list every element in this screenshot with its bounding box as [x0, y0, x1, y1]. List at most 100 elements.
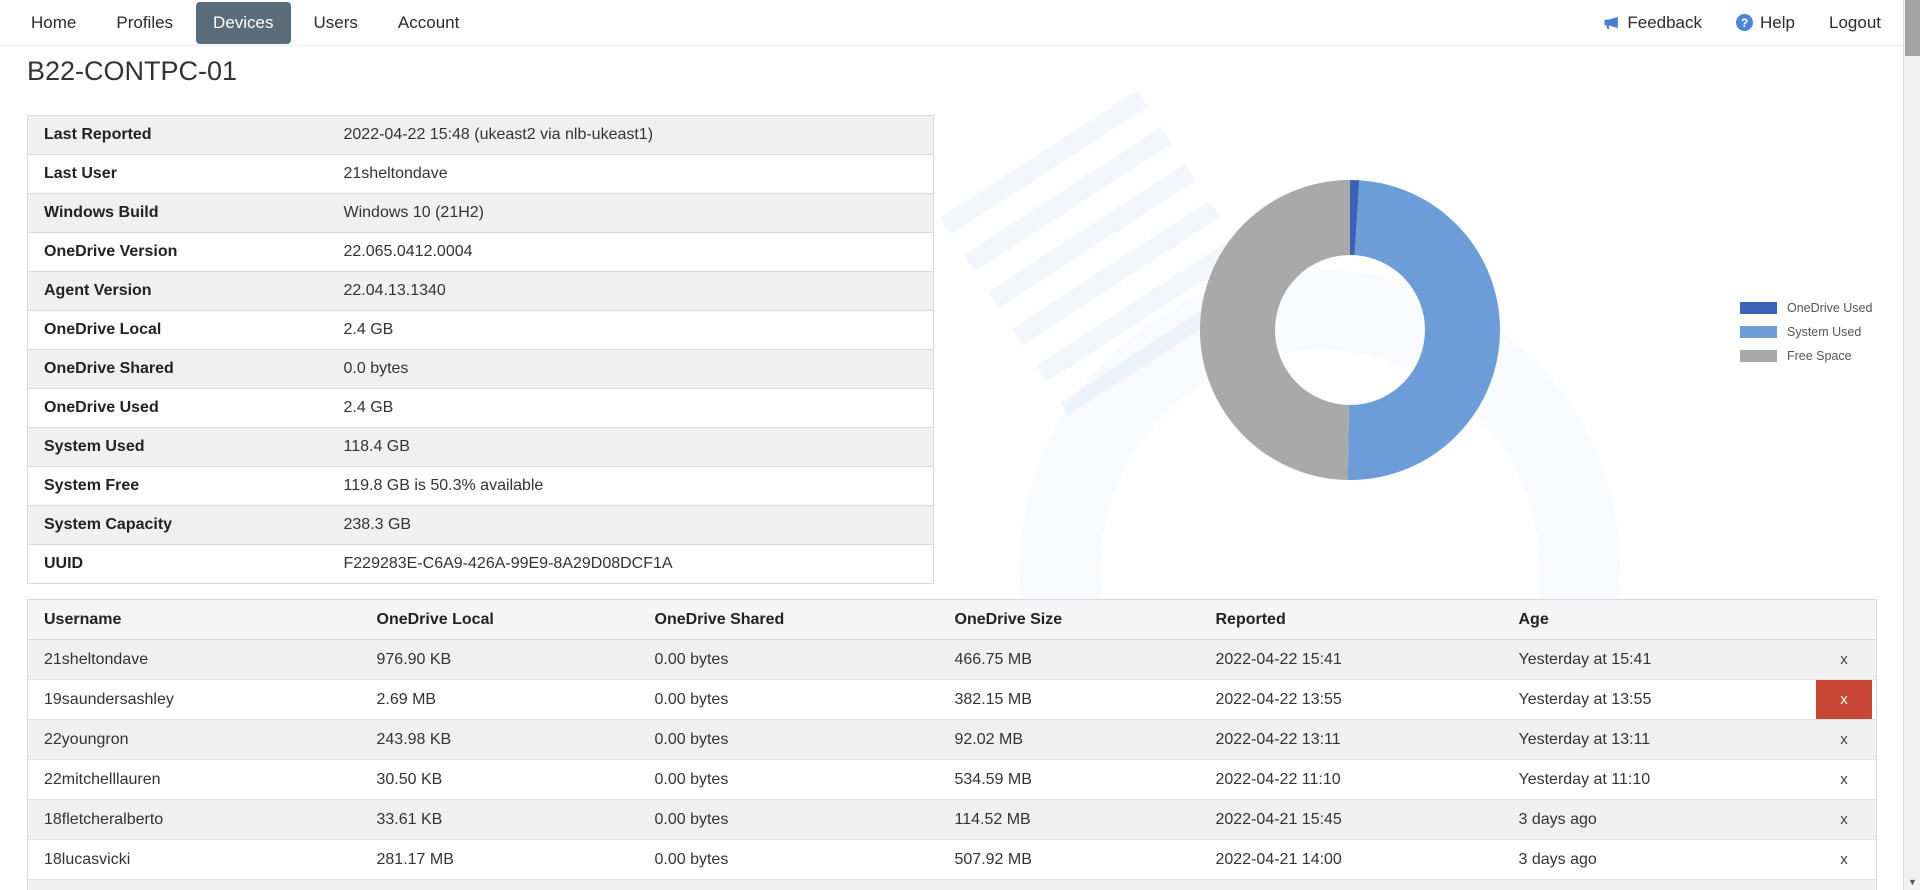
cell-age: 3 days ago [1503, 880, 1800, 890]
cell-reported: 2022-04-21 15:45 [1200, 800, 1503, 840]
detail-row: Agent Version 22.04.13.1340 [28, 272, 934, 311]
cell-username: 22youngron [28, 720, 361, 760]
user-row: 19saundersashley 2.69 MB 0.00 bytes 382.… [28, 680, 1877, 720]
cell-onedrive-size: 92.02 MB [939, 720, 1200, 760]
legend-row: Free Space [1740, 349, 1872, 363]
cell-username: 18fletcheralberto [28, 800, 361, 840]
col-age: Age [1503, 600, 1800, 640]
detail-row: OneDrive Local 2.4 GB [28, 311, 934, 350]
detail-label: Last User [28, 155, 328, 194]
legend-label: System Used [1787, 325, 1861, 339]
nav-item[interactable]: Profiles [99, 2, 190, 44]
cell-username: 22mitchelllauren [28, 760, 361, 800]
nav-item[interactable]: Home [14, 2, 93, 44]
cell-onedrive-shared: 0.00 bytes [639, 840, 939, 880]
col-onedrive-shared: OneDrive Shared [639, 600, 939, 640]
cell-onedrive-size: 466.75 MB [939, 640, 1200, 680]
detail-label: Agent Version [28, 272, 328, 311]
col-onedrive-size: OneDrive Size [939, 600, 1200, 640]
cell-onedrive-shared: 0.00 bytes [639, 680, 939, 720]
feedback-label: Feedback [1627, 13, 1702, 33]
remove-user-button[interactable]: x [1816, 720, 1872, 759]
cell-action: x [1800, 760, 1877, 800]
remove-user-button[interactable]: x [1816, 640, 1872, 679]
help-label: Help [1760, 13, 1795, 33]
scrollbar-thumb[interactable] [1905, 0, 1920, 56]
cell-onedrive-size: 507.92 MB [939, 840, 1200, 880]
detail-value: 2.4 GB [328, 311, 934, 350]
remove-user-button[interactable]: x [1816, 800, 1872, 839]
cell-reported: 2022-04-22 13:55 [1200, 680, 1503, 720]
user-row: 18fletcheralberto 33.61 KB 0.00 bytes 11… [28, 800, 1877, 840]
cell-onedrive-size: 534.59 MB [939, 760, 1200, 800]
detail-label: OneDrive Local [28, 311, 328, 350]
cell-username: 18lucasvicki [28, 840, 361, 880]
detail-row: System Capacity 238.3 GB [28, 506, 934, 545]
nav-item[interactable]: Devices [196, 2, 290, 44]
cell-age: Yesterday at 11:10 [1503, 760, 1800, 800]
logout-label: Logout [1829, 13, 1881, 33]
detail-row: System Free 119.8 GB is 50.3% available [28, 467, 934, 506]
cell-action: x [1800, 800, 1877, 840]
cell-onedrive-local: 2.69 MB [361, 680, 639, 720]
cell-onedrive-size: 114.52 MB [939, 800, 1200, 840]
feedback-link[interactable]: Feedback [1603, 13, 1702, 33]
remove-user-button[interactable]: x [1816, 840, 1872, 879]
chart-legend: OneDrive Used System Used Free Space [1740, 301, 1872, 363]
col-onedrive-local: OneDrive Local [361, 600, 639, 640]
detail-row: Last Reported 2022-04-22 15:48 (ukeast2 … [28, 116, 934, 155]
storage-donut-chart [1200, 180, 1500, 480]
logout-link[interactable]: Logout [1829, 13, 1881, 33]
remove-user-button[interactable]: x [1816, 880, 1872, 890]
detail-label: System Free [28, 467, 328, 506]
scrollbar-down-arrow[interactable]: ▼ [1904, 873, 1920, 890]
nav-utility: Feedback ? Help Logout [1603, 13, 1881, 33]
legend-swatch [1740, 302, 1777, 314]
nav-item[interactable]: Account [381, 2, 476, 44]
detail-label: Last Reported [28, 116, 328, 155]
cell-age: 3 days ago [1503, 840, 1800, 880]
cell-reported: 2022-04-22 13:11 [1200, 720, 1503, 760]
megaphone-icon [1603, 14, 1620, 31]
detail-label: OneDrive Used [28, 389, 328, 428]
detail-row: Windows Build Windows 10 (21H2) [28, 194, 934, 233]
cell-onedrive-shared: 0.00 bytes [639, 800, 939, 840]
help-link[interactable]: ? Help [1736, 13, 1795, 33]
device-detail-page: Home Profiles Devices Users Account Feed… [0, 0, 1920, 890]
detail-value: 238.3 GB [328, 506, 934, 545]
cell-onedrive-local: 976.90 KB [361, 640, 639, 680]
device-details-table: Last Reported 2022-04-22 15:48 (ukeast2 … [27, 115, 934, 584]
legend-label: OneDrive Used [1787, 301, 1872, 315]
cell-onedrive-local: 30.50 KB [361, 760, 639, 800]
detail-value: 2.4 GB [328, 389, 934, 428]
detail-row: OneDrive Used 2.4 GB [28, 389, 934, 428]
detail-row: OneDrive Version 22.065.0412.0004 [28, 233, 934, 272]
cell-onedrive-local: 33.61 KB [361, 800, 639, 840]
col-username: Username [28, 600, 361, 640]
cell-action: x [1800, 840, 1877, 880]
detail-label: OneDrive Version [28, 233, 328, 272]
page-title: B22-CONTPC-01 [27, 56, 237, 87]
detail-label: Windows Build [28, 194, 328, 233]
cell-onedrive-local: 29.46 KB [361, 880, 639, 890]
nav-item[interactable]: Users [297, 2, 375, 44]
detail-value: F229283E-C6A9-426A-99E9-8A29D08DCF1A [328, 545, 934, 584]
detail-label: System Capacity [28, 506, 328, 545]
nav-tabs: Home Profiles Devices Users Account [14, 2, 476, 44]
detail-value: 2022-04-22 15:48 (ukeast2 via nlb-ukeast… [328, 116, 934, 155]
detail-row: UUID F229283E-C6A9-426A-99E9-8A29D08DCF1… [28, 545, 934, 584]
detail-value: 119.8 GB is 50.3% available [328, 467, 934, 506]
remove-user-button[interactable]: x [1816, 760, 1872, 799]
user-row: 22youngron 243.98 KB 0.00 bytes 92.02 MB… [28, 720, 1877, 760]
cell-age: Yesterday at 13:11 [1503, 720, 1800, 760]
remove-user-button[interactable]: x [1816, 680, 1872, 719]
page-scrollbar[interactable]: ▼ [1903, 0, 1920, 890]
cell-onedrive-shared: 0.00 bytes [639, 720, 939, 760]
col-actions [1800, 600, 1877, 640]
legend-row: OneDrive Used [1740, 301, 1872, 315]
cell-onedrive-size: 142.59 MB [939, 880, 1200, 890]
cell-age: Yesterday at 15:41 [1503, 640, 1800, 680]
cell-onedrive-shared: 0.00 bytes [639, 640, 939, 680]
detail-label: System Used [28, 428, 328, 467]
cell-username: 18lucastyler [28, 880, 361, 890]
